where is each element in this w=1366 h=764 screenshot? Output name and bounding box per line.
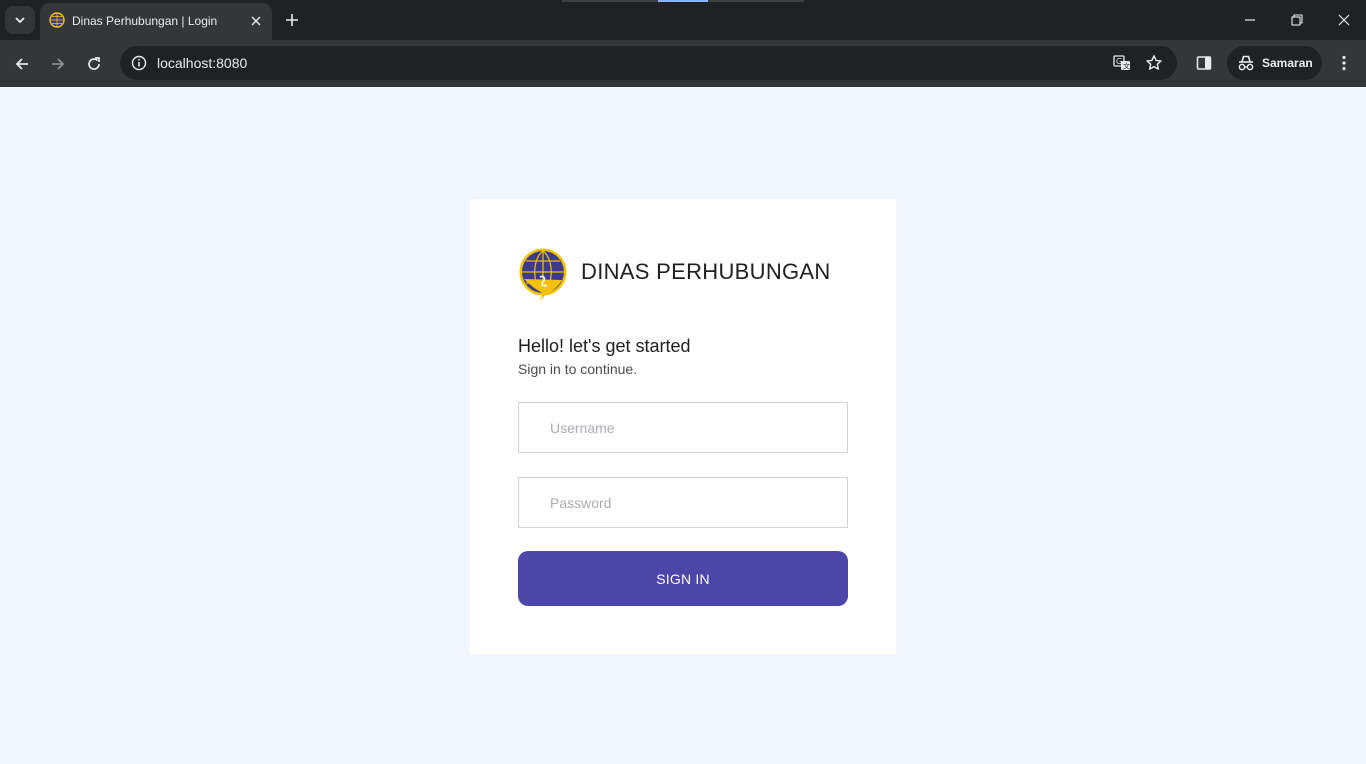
plus-icon: [286, 14, 298, 26]
bookmark-button[interactable]: [1144, 53, 1164, 73]
tab-search-button[interactable]: [5, 6, 35, 34]
restore-button[interactable]: [1287, 10, 1307, 30]
browser-tab-bar: Dinas Perhubungan | Login: [0, 0, 1366, 40]
side-panel-icon: [1196, 56, 1212, 70]
back-button[interactable]: [10, 52, 34, 76]
arrow-right-icon: [52, 58, 65, 70]
tab-title: Dinas Perhubungan | Login: [72, 14, 218, 28]
reload-button[interactable]: [82, 52, 106, 76]
svg-text:文: 文: [1123, 62, 1130, 71]
signin-button[interactable]: SIGN IN: [518, 551, 848, 606]
brand: DINAS PERHUBUNGAN: [518, 247, 848, 303]
chevron-down-icon: [15, 17, 25, 24]
browser-menu-button[interactable]: [1334, 53, 1354, 73]
forward-button[interactable]: [46, 52, 70, 76]
dishub-logo-icon: [519, 248, 567, 301]
close-icon: [251, 16, 261, 26]
password-input[interactable]: [518, 477, 848, 528]
more-vertical-icon: [1342, 55, 1346, 71]
restore-icon: [1291, 14, 1303, 26]
dishub-favicon-icon: [49, 12, 65, 28]
brand-name: DINAS PERHUBUNGAN: [581, 259, 831, 284]
address-bar[interactable]: localhost:8080 G文: [120, 46, 1177, 80]
reload-icon: [88, 57, 100, 70]
browser-tab[interactable]: Dinas Perhubungan | Login: [40, 3, 272, 40]
login-card: DINAS PERHUBUNGAN Hello! let's get start…: [470, 199, 896, 654]
translate-button[interactable]: G文: [1112, 53, 1132, 73]
minimize-icon: [1245, 19, 1255, 21]
browser-toolbar: localhost:8080 G文 Samaran: [0, 40, 1366, 87]
side-panel-button[interactable]: [1194, 53, 1214, 73]
url-text: localhost:8080: [157, 55, 248, 71]
star-icon: [1146, 55, 1162, 70]
site-info-button[interactable]: [128, 52, 150, 74]
tab-close-button[interactable]: [248, 13, 264, 29]
username-input[interactable]: [518, 402, 848, 453]
arrow-left-icon: [15, 58, 28, 70]
profile-name: Samaran: [1262, 56, 1313, 70]
incognito-icon: [1238, 55, 1254, 71]
minimize-button[interactable]: [1240, 10, 1260, 30]
profile-button[interactable]: Samaran: [1227, 46, 1322, 80]
signin-subtitle: Sign in to continue.: [518, 361, 638, 377]
close-window-button[interactable]: [1334, 10, 1354, 30]
info-icon: [131, 55, 147, 71]
translate-icon: G文: [1113, 55, 1130, 71]
tab-strip-indicator: [562, 0, 804, 2]
greeting-heading: Hello! let's get started: [518, 336, 691, 356]
close-icon: [1338, 14, 1350, 26]
new-tab-button[interactable]: [282, 10, 302, 30]
